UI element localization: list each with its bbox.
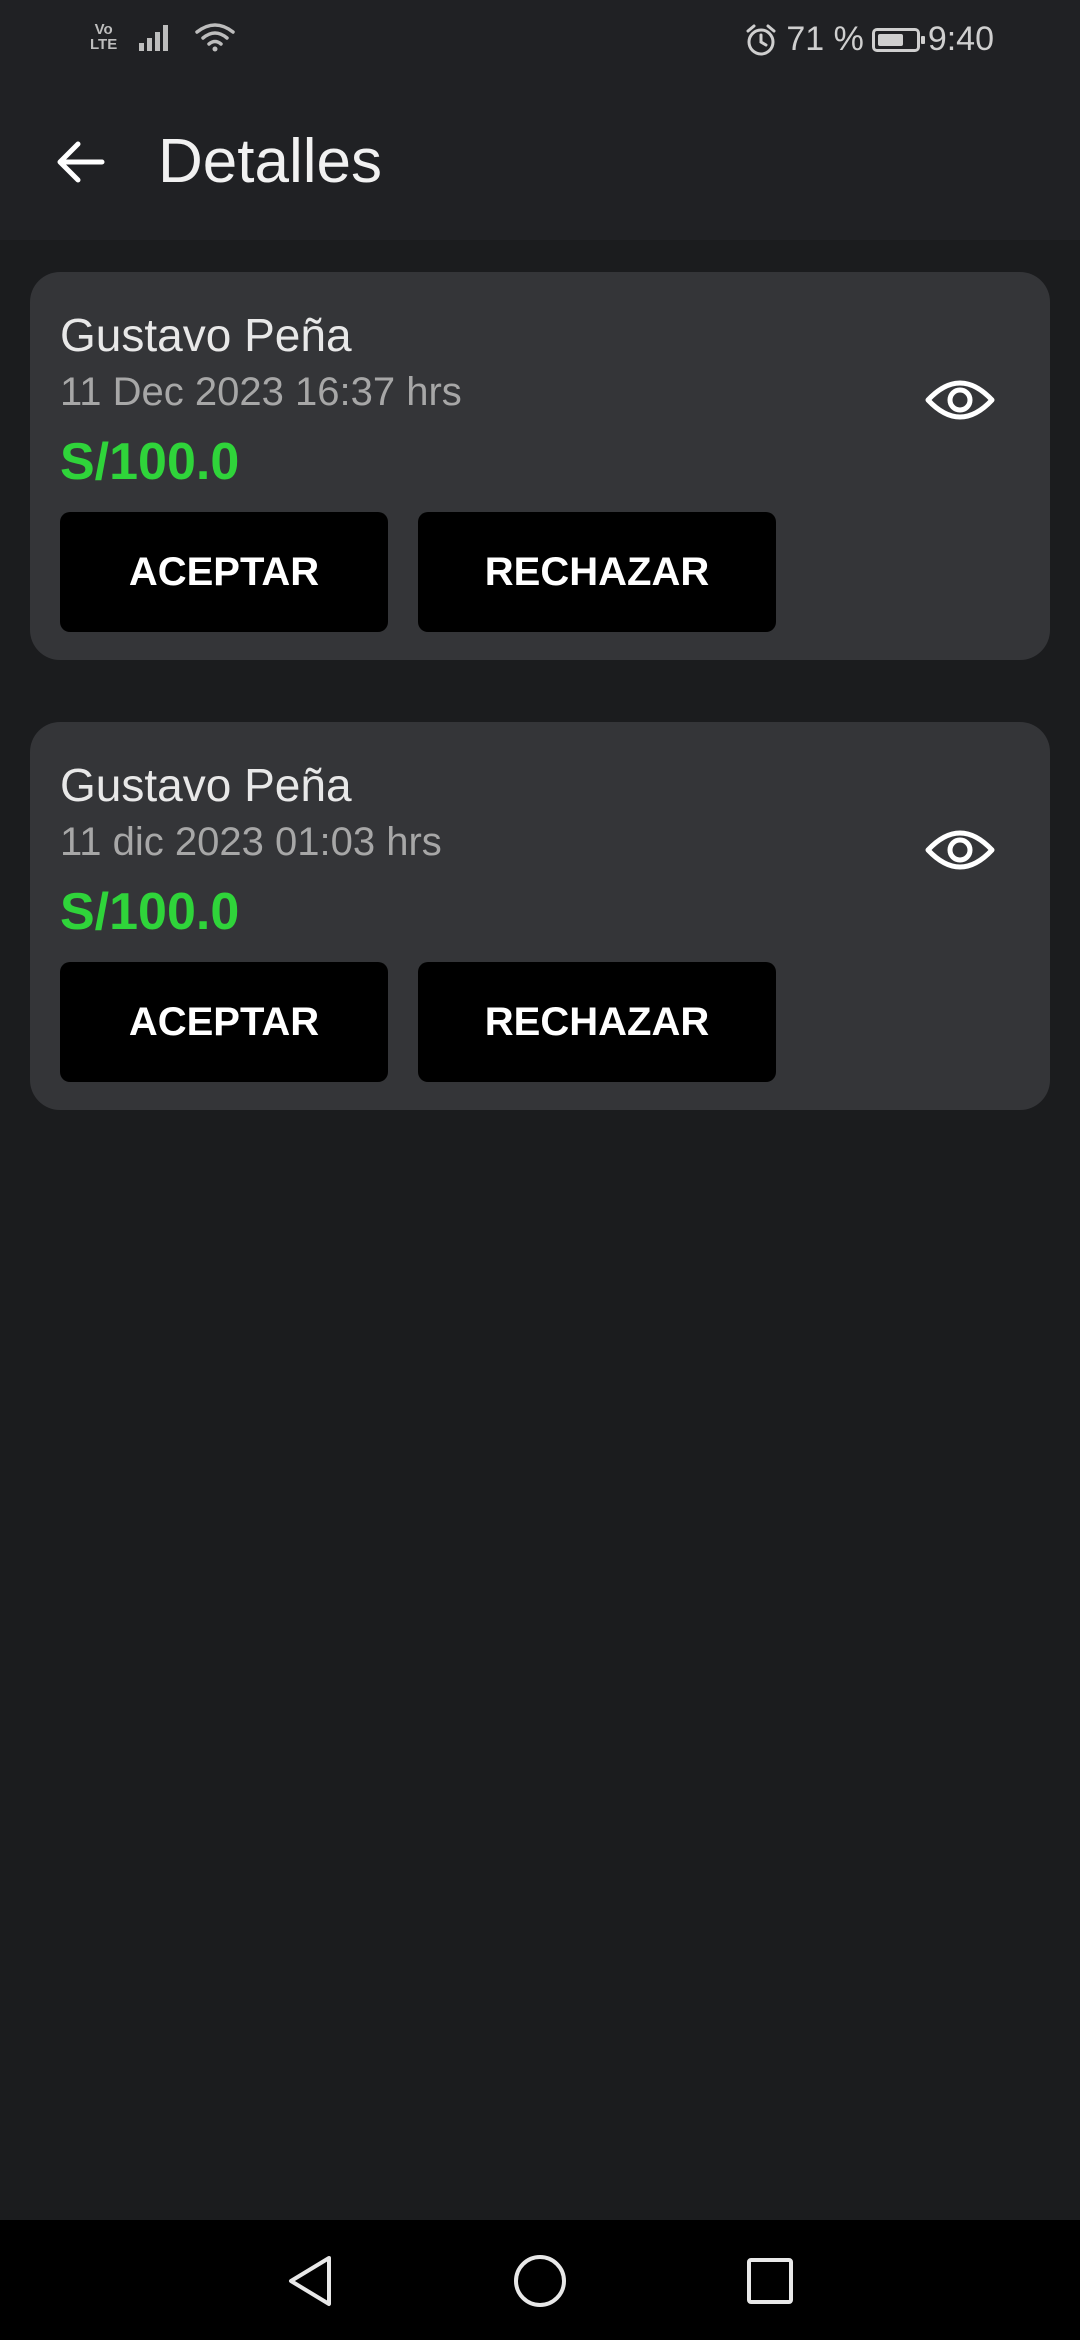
request-card: Gustavo Peña 11 Dec 2023 16:37 hrs S/100… bbox=[30, 272, 1050, 660]
card-date: 11 Dec 2023 16:37 hrs bbox=[60, 370, 462, 414]
request-card: Gustavo Peña 11 dic 2023 01:03 hrs S/100… bbox=[30, 722, 1050, 1110]
battery-icon bbox=[871, 27, 925, 52]
system-nav-bar bbox=[0, 2220, 1080, 2340]
volte-bottom-text: LTE bbox=[90, 36, 118, 53]
reject-button[interactable]: RECHAZAR bbox=[418, 962, 776, 1082]
nav-back-button[interactable] bbox=[275, 2246, 345, 2316]
eye-icon bbox=[925, 380, 995, 420]
alarm-icon bbox=[746, 24, 776, 55]
home-circle-icon bbox=[514, 2255, 566, 2307]
status-right: 71 % 9:40 bbox=[744, 20, 994, 59]
recents-square-icon bbox=[747, 2258, 793, 2304]
status-bar: Vo LTE 71 % 9:40 bbox=[0, 0, 1080, 84]
nav-home-button[interactable] bbox=[505, 2246, 575, 2316]
back-triangle-icon bbox=[289, 2256, 331, 2306]
signal-icon bbox=[139, 25, 169, 51]
nav-recents-button[interactable] bbox=[735, 2246, 805, 2316]
battery-percent: 71 % bbox=[786, 20, 864, 58]
card-date: 11 dic 2023 01:03 hrs bbox=[60, 820, 442, 864]
card-name: Gustavo Peña bbox=[60, 309, 352, 361]
app-bar: Detalles bbox=[0, 84, 1080, 240]
clock: 9:40 bbox=[927, 20, 994, 58]
volte-icon: Vo LTE bbox=[90, 22, 117, 52]
wifi-icon bbox=[195, 23, 235, 52]
accept-button[interactable]: ACEPTAR bbox=[60, 962, 388, 1082]
card-amount: S/100.0 bbox=[60, 433, 240, 491]
battery-fill bbox=[877, 33, 904, 46]
eye-icon bbox=[925, 830, 995, 870]
view-button[interactable] bbox=[922, 362, 998, 438]
view-button[interactable] bbox=[922, 812, 998, 888]
volte-top-text: Vo bbox=[94, 21, 113, 38]
status-left: Vo LTE bbox=[90, 22, 235, 52]
accept-button[interactable]: ACEPTAR bbox=[60, 512, 388, 632]
page-title: Detalles bbox=[158, 127, 382, 196]
arrow-left-icon bbox=[57, 141, 105, 183]
card-amount: S/100.0 bbox=[60, 883, 240, 941]
reject-button[interactable]: RECHAZAR bbox=[418, 512, 776, 632]
card-name: Gustavo Peña bbox=[60, 759, 352, 811]
back-button[interactable] bbox=[42, 124, 118, 200]
